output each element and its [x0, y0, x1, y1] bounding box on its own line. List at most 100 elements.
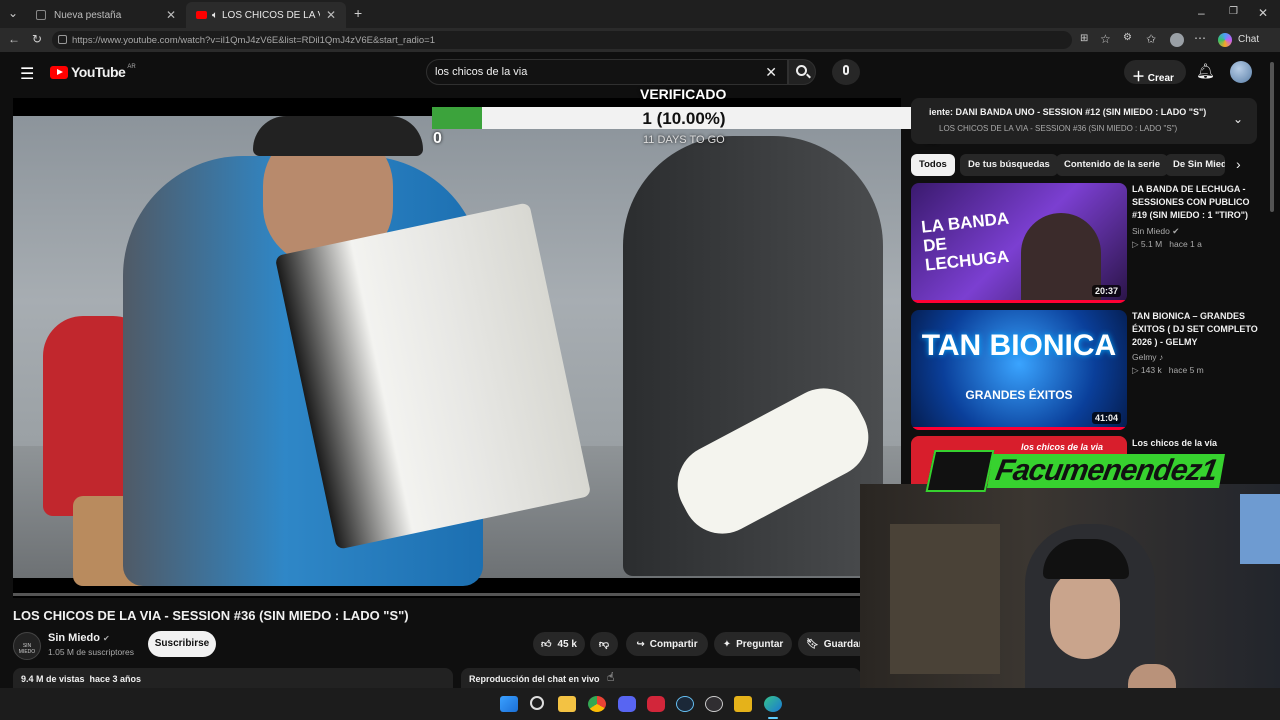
apps-icon[interactable]: ⊞ [1080, 33, 1088, 44]
filter-chip-searches[interactable]: De tus búsquedas [960, 154, 1058, 176]
singer-figure [1021, 213, 1101, 303]
search-icon[interactable] [530, 696, 544, 710]
share-icon: ↪ [636, 638, 645, 650]
chevron-right-icon[interactable]: › [1236, 156, 1241, 172]
app-red-icon[interactable] [647, 696, 665, 712]
play-icon: ▷ [1132, 365, 1139, 375]
region-code: AR [127, 64, 136, 70]
new-tab-icon[interactable]: + [354, 5, 362, 21]
file-explorer-icon[interactable] [558, 696, 576, 712]
start-icon[interactable] [500, 696, 518, 712]
back-icon[interactable]: ← [8, 32, 20, 46]
chat-replay-box[interactable]: Reproducción del chat en vivo [461, 668, 861, 688]
duration-badge: 20:37 [1091, 285, 1121, 297]
browser-tab-bar: ⌄ Nueva pestaña ✕ 🔈︎ LOS CHICOS DE LA VI… [0, 0, 1280, 28]
favorite-icon[interactable]: ☆ [1100, 32, 1111, 46]
share-label: Compartir [649, 638, 698, 650]
extension-icon[interactable]: ⚙ [1123, 32, 1132, 43]
webcam-overlay [860, 484, 1280, 720]
save-label: Guardar [823, 638, 863, 650]
profile-avatar[interactable] [1170, 33, 1184, 47]
video-player[interactable] [13, 98, 901, 598]
more-icon[interactable]: ⋯ [1194, 31, 1206, 45]
playlist-sub: LOS CHICOS DE LA VIA - SESSION #36 (SIN … [939, 124, 1178, 133]
reload-icon[interactable]: ↻ [32, 32, 42, 46]
verified-badge-icon: ✔ [103, 634, 110, 643]
favorites-icon[interactable]: ✩ [1146, 32, 1156, 46]
voice-search-button[interactable] [832, 59, 860, 85]
tab-youtube[interactable]: 🔈︎ LOS CHICOS DE LA VIA - SESSI ✕ [186, 2, 346, 28]
maximize-icon[interactable]: ❐ [1229, 6, 1238, 17]
ask-button[interactable]: ✦ Preguntar [714, 632, 792, 656]
recommendation-meta: ▷ 143 k hace 5 m [1132, 365, 1204, 375]
filter-chip-all[interactable]: Todos [911, 154, 955, 176]
recommendation-channel[interactable]: Sin Miedo ✔ [1132, 226, 1179, 237]
chrome-icon[interactable] [588, 696, 606, 712]
youtube-logo[interactable]: YouTube AR [50, 64, 136, 80]
page-scrollbar[interactable] [1270, 62, 1274, 212]
like-count: 45 k [557, 638, 577, 650]
channel-avatar[interactable]: SIN MIEDO [13, 632, 41, 660]
close-window-icon[interactable]: ✕ [1258, 6, 1268, 20]
subscribe-button[interactable]: Suscribirse [148, 631, 216, 657]
recommendation-title[interactable]: LA BANDA DE LECHUGA - SESSIONES CON PUBL… [1132, 183, 1262, 222]
goal-min: 0 [433, 130, 442, 147]
close-icon[interactable]: ✕ [326, 8, 336, 22]
notifications-icon[interactable]: 🔔︎ [1196, 62, 1215, 80]
channel-name[interactable]: Sin Miedo ✔ [48, 632, 110, 644]
tab-new[interactable]: Nueva pestaña ✕ [26, 2, 186, 28]
tab-menu-icon[interactable]: ⌄ [8, 6, 18, 20]
video-progress-bar[interactable] [13, 593, 901, 596]
watched-bar [911, 427, 1127, 430]
playlist-panel[interactable]: iente: DANI BANDA UNO - SESSION #12 (SIN… [911, 98, 1257, 144]
tab-label: Nueva pestaña [54, 9, 122, 21]
menu-icon[interactable]: ☰ [20, 64, 34, 84]
video-frame [13, 116, 901, 586]
mic-icon [843, 65, 849, 75]
goal-progress-bar: 1 (10.00%) [432, 107, 936, 129]
minimize-icon[interactable]: – [1198, 6, 1205, 20]
close-icon[interactable]: ✕ [166, 8, 176, 22]
thumbnail-text: TAN BIONICA [921, 329, 1117, 362]
youtube-play-icon [50, 65, 68, 79]
copilot-icon[interactable] [1218, 33, 1232, 47]
watched-bar [911, 300, 1127, 303]
recommendation-thumbnail[interactable]: LA BANDA DE LECHUGA 20:37 [911, 183, 1127, 303]
filter-chip-channel[interactable]: De Sin Mied [1165, 154, 1225, 176]
page-icon [36, 10, 46, 20]
clear-search-icon[interactable]: ✕ [765, 64, 777, 81]
save-button[interactable]: 🔖︎ Guardar [798, 632, 863, 656]
edge-icon[interactable] [764, 696, 782, 712]
verified-badge-icon: ✔ [1172, 226, 1180, 236]
create-button[interactable]: ＋ Crear [1124, 60, 1186, 84]
discord-icon[interactable] [618, 696, 636, 712]
dislike-button[interactable]: 👎︎ [590, 632, 618, 656]
speaker-icon[interactable]: 🔈︎ [212, 10, 218, 21]
steam-icon[interactable] [676, 696, 694, 712]
url-text: https://www.youtube.com/watch?v=il1QmJ4z… [72, 35, 436, 46]
url-field[interactable]: https://www.youtube.com/watch?v=il1QmJ4z… [52, 31, 1072, 49]
obs-icon[interactable] [705, 696, 723, 712]
chat-label[interactable]: Chat [1238, 34, 1259, 45]
recommendation-thumbnail[interactable]: TAN BIONICA GRANDES ÉXITOS 41:04 [911, 310, 1127, 430]
mouse-cursor-icon: ☝︎ [607, 670, 615, 684]
chevron-down-icon[interactable]: ⌄ [1233, 112, 1243, 126]
recommendation-title[interactable]: TAN BIONICA – GRANDES ÉXITOS ( DJ SET CO… [1132, 310, 1262, 349]
search-input[interactable]: los chicos de la via ✕ [426, 59, 788, 85]
description-box[interactable]: 9.4 M de vistas hace 3 años [13, 668, 453, 688]
site-info-icon[interactable] [58, 35, 67, 44]
recommendation-channel[interactable]: Gelmy ♪ [1132, 352, 1163, 362]
duration-badge: 41:04 [1091, 412, 1121, 424]
account-avatar[interactable] [1230, 61, 1252, 83]
goal-days-left: 11 DAYS TO GO [643, 134, 725, 146]
filter-chip-series[interactable]: Contenido de la serie [1056, 154, 1169, 176]
like-button[interactable]: 👍︎ 45 k [533, 632, 585, 656]
player-cap [253, 116, 423, 156]
thumbs-down-icon: 👎︎ [598, 639, 610, 650]
app-yellow-icon[interactable] [734, 696, 752, 712]
video-title: LOS CHICOS DE LA VIA - SESSION #36 (SIN … [13, 608, 409, 623]
chat-replay-label: Reproducción del chat en vivo [469, 674, 600, 684]
youtube-favicon-icon [196, 11, 207, 19]
share-button[interactable]: ↪ Compartir [626, 632, 708, 656]
search-button[interactable] [788, 59, 816, 85]
